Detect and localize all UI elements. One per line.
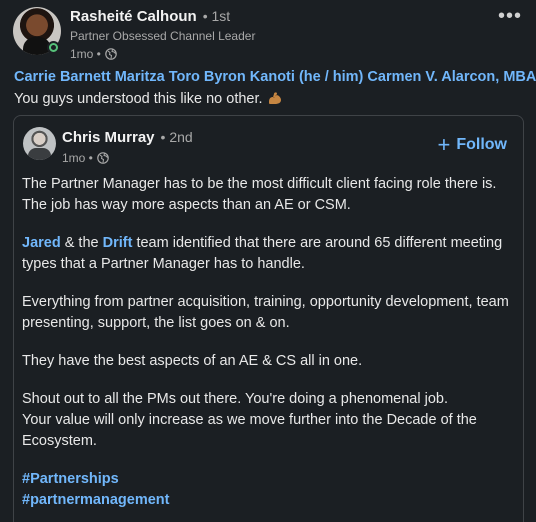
mention-jared[interactable]: Jared (22, 235, 61, 251)
follow-button[interactable]: + Follow (437, 132, 507, 157)
mention-connector: & the (60, 235, 103, 251)
paragraph: The Partner Manager has to be the most d… (22, 176, 497, 213)
more-options-icon[interactable]: ••• (498, 6, 522, 26)
flexed-biceps-icon (268, 92, 281, 104)
connection-degree: • 1st (202, 8, 231, 24)
paragraph-line: Your value will only increase as we move… (22, 412, 477, 449)
follow-label: Follow (456, 136, 507, 153)
paragraph: Jared & the Drift team identified that t… (22, 233, 517, 275)
caption-text: You guys understood this like no other. (14, 91, 263, 107)
post-author: Rasheité Calhoun • 1st Partner Obsessed … (70, 8, 255, 61)
shared-post[interactable]: Chris Murray • 2nd 1mo • + Follow The Pa… (13, 115, 524, 522)
shared-connection-degree: • 2nd (160, 129, 193, 145)
paragraph: They have the best aspects of an AE & CS… (22, 353, 363, 369)
shared-post-meta: 1mo • (62, 151, 193, 165)
post-time: 1mo • (70, 47, 101, 61)
shared-author-name[interactable]: Chris Murray (62, 129, 155, 146)
hashtags: #Partnerships #partnermanagement (22, 469, 517, 511)
post-caption: You guys understood this like no other. (14, 91, 283, 107)
paragraph: Shout out to all the PMs out there. You'… (22, 389, 517, 452)
globe-icon (105, 48, 117, 60)
shared-author-avatar[interactable] (23, 127, 56, 160)
shared-post-time: 1mo • (62, 151, 93, 165)
author-name[interactable]: Rasheité Calhoun (70, 8, 197, 25)
shared-post-body: The Partner Manager has to be the most d… (22, 174, 517, 511)
mention-drift[interactable]: Drift (103, 235, 133, 251)
post-mentions[interactable]: Carrie Barnett Maritza Toro Byron Kanoti… (14, 69, 536, 85)
paragraph: Everything from partner acquisition, tra… (22, 294, 509, 331)
shared-post-author: Chris Murray • 2nd 1mo • (62, 129, 193, 165)
online-status-indicator (47, 41, 60, 54)
globe-icon (97, 152, 109, 164)
author-headline: Partner Obsessed Channel Leader (70, 29, 256, 43)
hashtag-partnermanagement[interactable]: #partnermanagement (22, 490, 517, 511)
hashtag-partnerships[interactable]: #Partnerships (22, 469, 517, 490)
post-meta: 1mo • (70, 47, 255, 61)
paragraph-line: Shout out to all the PMs out there. You'… (22, 391, 448, 407)
feed-post: Rasheité Calhoun • 1st Partner Obsessed … (0, 0, 536, 522)
plus-icon: + (437, 132, 451, 157)
